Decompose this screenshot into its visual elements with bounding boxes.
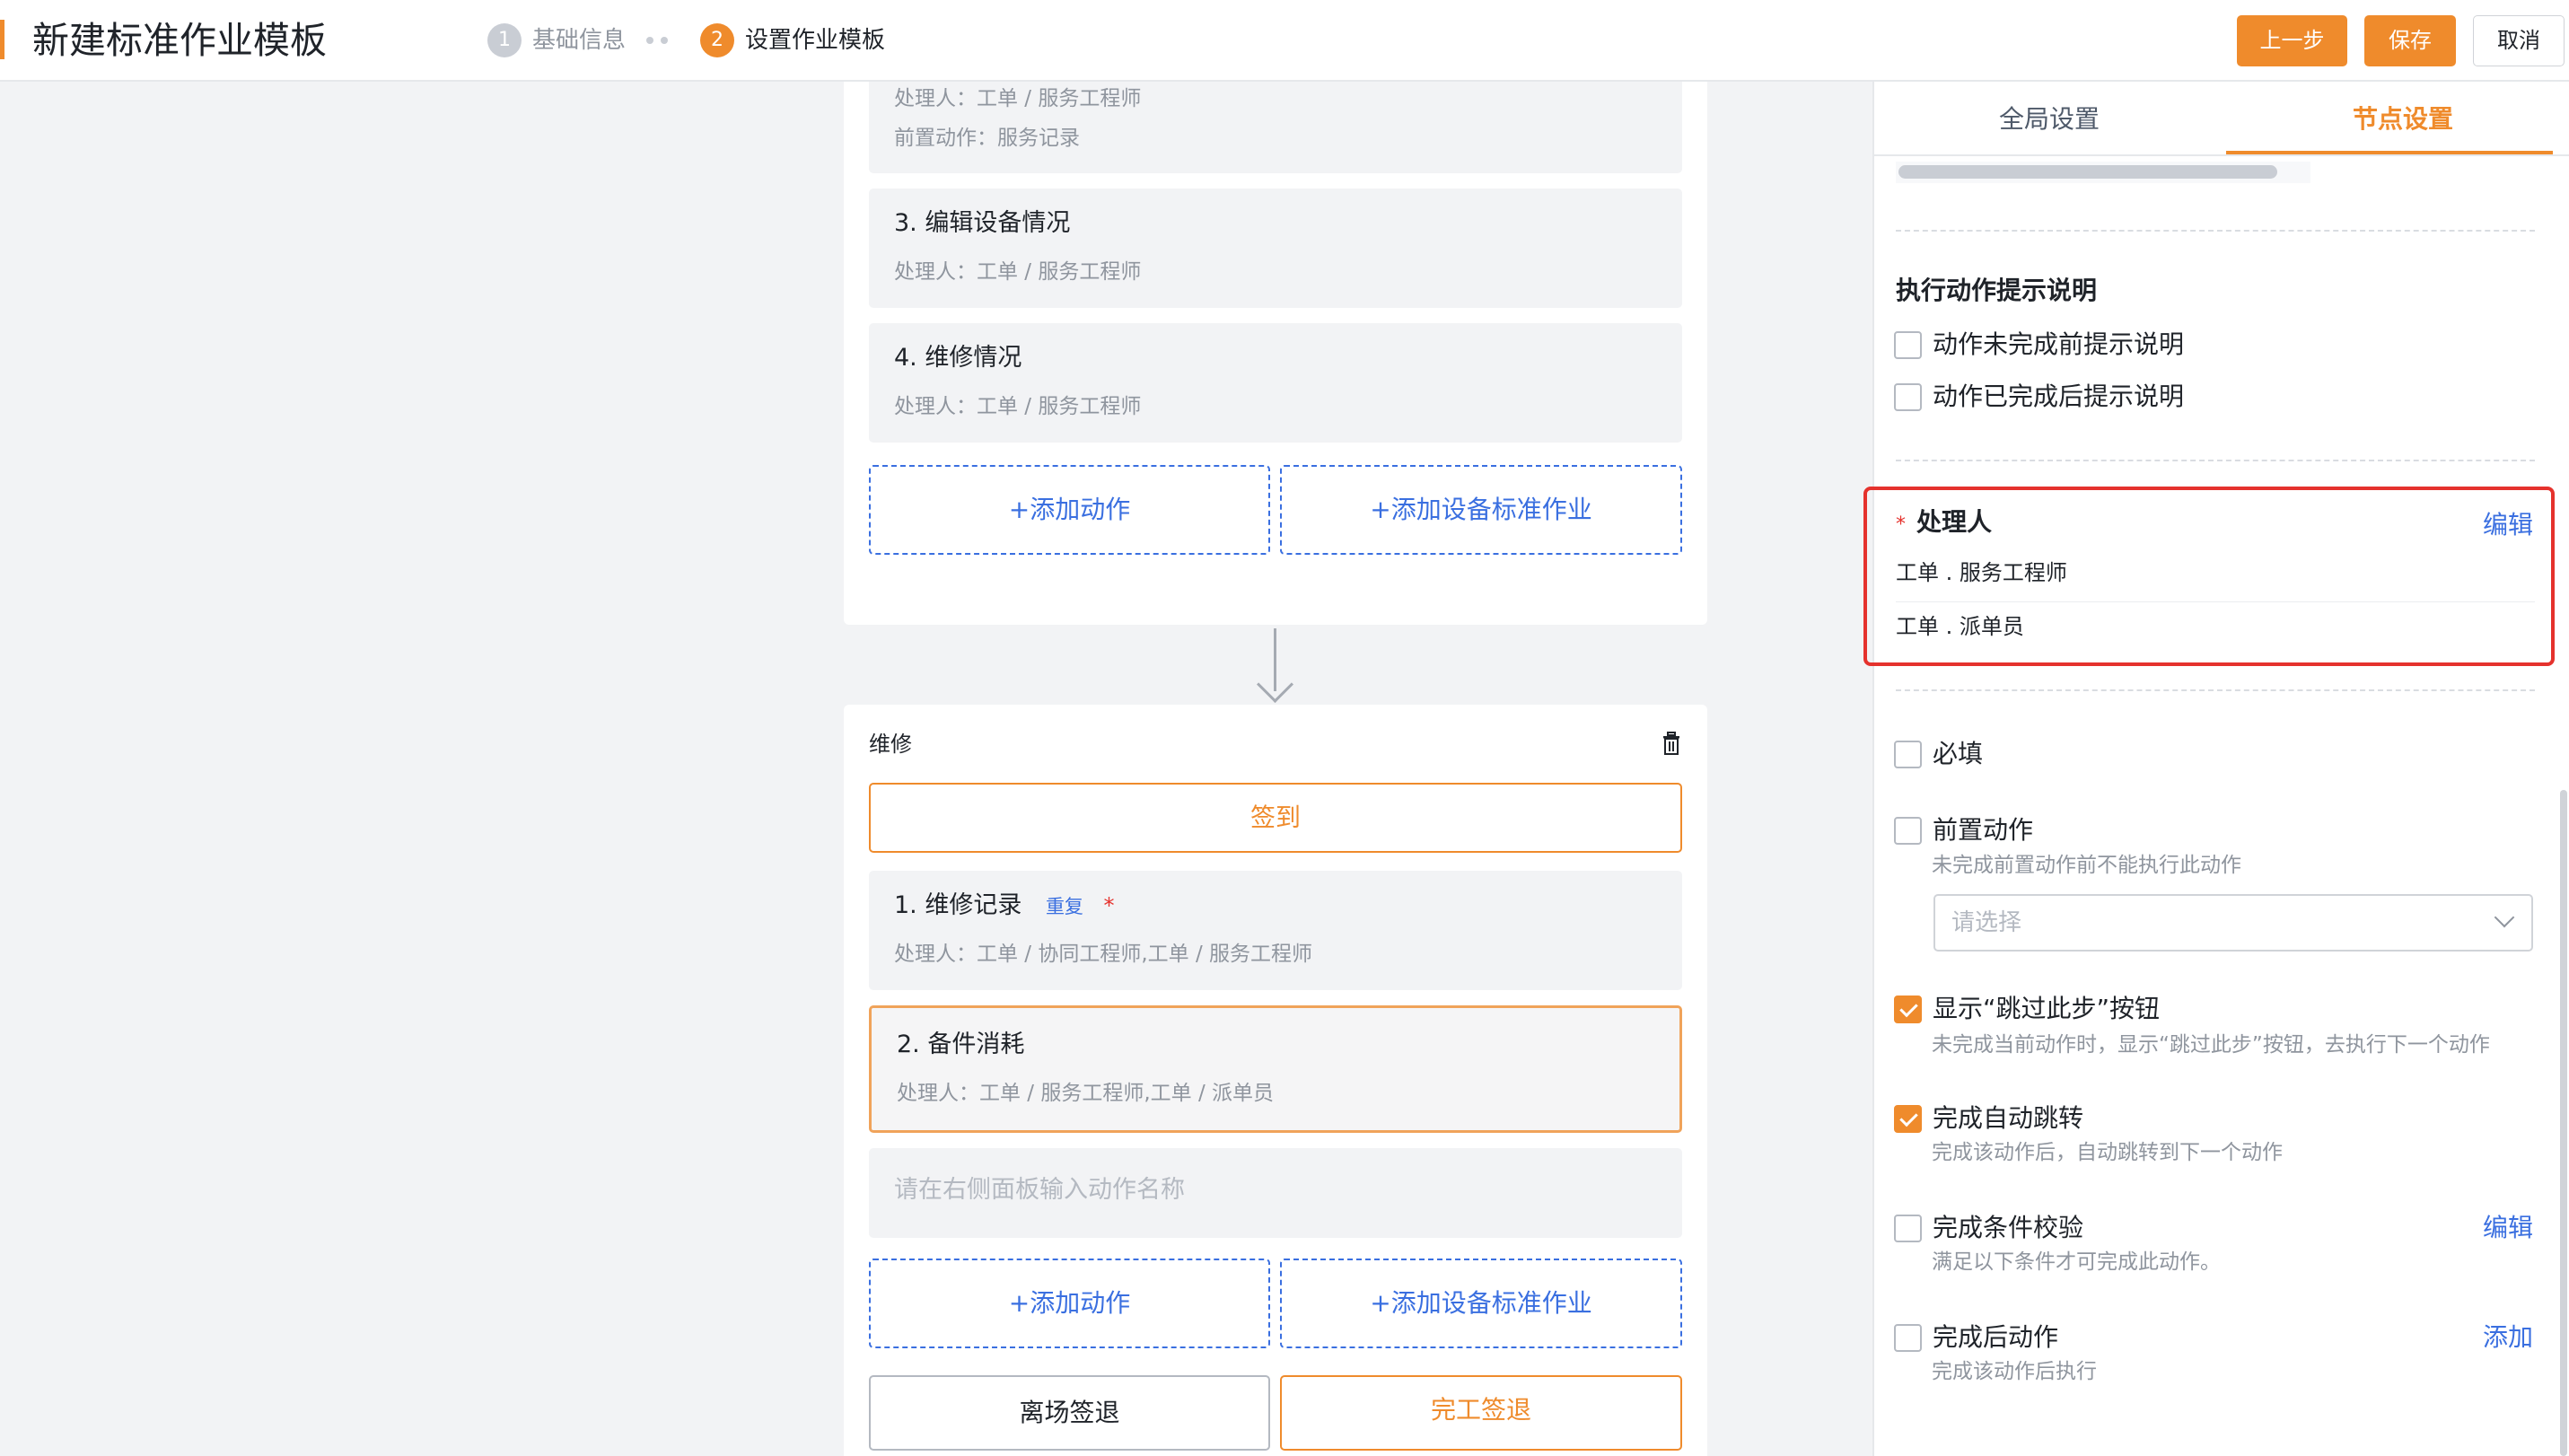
action-handler: 处理人：工单 / 协同工程师,工单 / 服务工程师	[894, 943, 1313, 966]
step-number: 2	[700, 23, 734, 57]
post-action-label: 完成后动作	[1933, 1322, 2059, 1352]
panel-vertical-scrollbar[interactable]	[2560, 790, 2567, 1456]
pre-action-desc: 未完成前置动作前不能执行此动作	[1932, 854, 2241, 877]
auto-jump-checkbox[interactable]	[1894, 1104, 1922, 1133]
add-device-standard-button[interactable]: +添加设备标准作业	[1280, 465, 1682, 555]
step-set-template[interactable]: 2 设置作业模板	[700, 23, 885, 57]
tabs-border	[1872, 154, 2569, 156]
exec-hint-title: 执行动作提示说明	[1896, 276, 2098, 305]
new-action-placeholder: 请在右侧面板输入动作名称	[894, 1176, 1185, 1204]
step-label: 基础信息	[532, 27, 627, 54]
node-name: 维修	[869, 732, 912, 757]
cancel-button[interactable]: 取消	[2473, 15, 2565, 66]
show-skip-desc: 未完成当前动作时，显示“跳过此步”按钮，去执行下一个动作	[1932, 1033, 2490, 1057]
chevron-down-icon	[2494, 907, 2515, 928]
trash-icon[interactable]	[1661, 731, 1682, 756]
condition-check-checkbox[interactable]	[1894, 1214, 1922, 1242]
action-handler: 处理人：工单 / 服务工程师	[894, 260, 1142, 284]
action-pre-action: 前置动作：服务记录	[894, 127, 1080, 150]
auto-jump-desc: 完成该动作后，自动跳转到下一个动作	[1932, 1141, 2283, 1164]
required-option[interactable]: 必填	[1894, 738, 1983, 770]
action-title: 4. 维修情况	[894, 344, 1022, 372]
top-header: 新建标准作业模板 1 基础信息 2 设置作业模板 上一步 保存 取消	[0, 0, 2569, 82]
action-item[interactable]: 4. 维修情况 处理人：工单 / 服务工程师	[869, 323, 1682, 443]
action-title: 2. 备件消耗	[897, 1031, 1025, 1058]
pre-action-option[interactable]: 前置动作	[1894, 814, 2033, 846]
save-button[interactable]: 保存	[2364, 15, 2456, 66]
add-device-standard-button[interactable]: +添加设备标准作业	[1280, 1259, 1682, 1348]
step-separator	[646, 37, 668, 44]
complete-sign-out-button[interactable]: 完工签退	[1280, 1375, 1682, 1451]
tab-global-settings[interactable]: 全局设置	[1872, 82, 2226, 156]
step-number: 1	[487, 23, 522, 57]
pre-action-placeholder: 请选择	[1951, 909, 2022, 936]
handler-item: 工单 . 派单员	[1896, 614, 2024, 639]
hint-after-label: 动作已完成后提示说明	[1933, 382, 2185, 411]
hint-before-checkbox[interactable]	[1894, 330, 1922, 359]
pre-action-label: 前置动作	[1933, 815, 2034, 845]
required-mark: *	[1896, 513, 1906, 536]
post-action-checkbox[interactable]	[1894, 1323, 1922, 1352]
handler-title-row: * 处理人	[1896, 504, 1992, 543]
post-action-option[interactable]: 完成后动作	[1894, 1321, 2058, 1354]
action-title: 3. 编辑设备情况	[894, 209, 1071, 237]
condition-check-label: 完成条件校验	[1933, 1213, 2084, 1242]
prev-step-button[interactable]: 上一步	[2237, 15, 2347, 66]
arrow-down-icon	[1256, 665, 1294, 704]
title-accent-bar	[0, 20, 4, 59]
add-action-button[interactable]: +添加动作	[869, 1259, 1270, 1348]
active-tab-indicator	[2226, 151, 2553, 154]
auto-jump-label: 完成自动跳转	[1933, 1103, 2084, 1133]
action-handler: 处理人：工单 / 服务工程师,工单 / 派单员	[897, 1082, 1275, 1105]
auto-jump-option[interactable]: 完成自动跳转	[1894, 1102, 2083, 1135]
handler-separator	[1896, 601, 2535, 602]
required-mark: *	[1103, 893, 1115, 918]
hint-after-checkbox[interactable]	[1894, 382, 1922, 411]
hint-after-option[interactable]: 动作已完成后提示说明	[1894, 381, 2184, 413]
section-divider	[1896, 689, 2535, 691]
hint-before-option[interactable]: 动作未完成前提示说明	[1894, 329, 2184, 361]
add-action-button[interactable]: +添加动作	[869, 465, 1270, 555]
action-item[interactable]: 1. 维修记录 重复 * 处理人：工单 / 协同工程师,工单 / 服务工程师	[869, 871, 1682, 990]
section-divider	[1896, 230, 2535, 232]
section-divider	[1896, 460, 2535, 461]
show-skip-label: 显示“跳过此步”按钮	[1933, 994, 2161, 1023]
required-label: 必填	[1933, 739, 1984, 768]
step-label: 设置作业模板	[745, 27, 886, 54]
hint-before-label: 动作未完成前提示说明	[1933, 329, 2185, 359]
post-action-desc: 完成该动作后执行	[1932, 1360, 2097, 1383]
page-title: 新建标准作业模板	[32, 19, 327, 62]
horizontal-scroll-thumb[interactable]	[1898, 165, 2277, 179]
repeat-tag: 重复	[1045, 896, 1083, 917]
required-checkbox[interactable]	[1894, 740, 1922, 768]
action-handler: 处理人：工单 / 服务工程师	[894, 87, 1142, 110]
action-item-partial[interactable]: 处理人：工单 / 服务工程师 前置动作：服务记录	[869, 82, 1682, 173]
new-action-input[interactable]: 请在右侧面板输入动作名称	[869, 1148, 1682, 1238]
tab-node-settings[interactable]: 节点设置	[2226, 82, 2569, 156]
condition-check-edit-link[interactable]: 编辑	[2483, 1210, 2533, 1246]
action-item-selected[interactable]: 2. 备件消耗 处理人：工单 / 服务工程师,工单 / 派单员	[869, 1005, 1682, 1133]
pre-action-checkbox[interactable]	[1894, 816, 1922, 845]
action-item[interactable]: 3. 编辑设备情况 处理人：工单 / 服务工程师	[869, 189, 1682, 308]
sign-in-button[interactable]: 签到	[869, 783, 1682, 853]
show-skip-option[interactable]: 显示“跳过此步”按钮	[1894, 993, 2160, 1025]
handler-item: 工单 . 服务工程师	[1896, 560, 2067, 585]
action-handler: 处理人：工单 / 服务工程师	[894, 395, 1142, 418]
action-title-row: 1. 维修记录 重复 *	[894, 889, 1115, 924]
pre-action-select[interactable]: 请选择	[1933, 894, 2533, 952]
show-skip-checkbox[interactable]	[1894, 995, 1922, 1023]
action-title: 1. 维修记录	[894, 891, 1022, 919]
post-action-add-link[interactable]: 添加	[2483, 1320, 2533, 1355]
handler-edit-link[interactable]: 编辑	[2483, 507, 2533, 543]
handler-title: 处理人	[1916, 507, 1993, 537]
leave-sign-out-button[interactable]: 离场签退	[869, 1375, 1270, 1451]
condition-check-option[interactable]: 完成条件校验	[1894, 1212, 2083, 1244]
step-basic-info[interactable]: 1 基础信息	[487, 23, 626, 57]
condition-check-desc: 满足以下条件才可完成此动作。	[1932, 1250, 2221, 1274]
